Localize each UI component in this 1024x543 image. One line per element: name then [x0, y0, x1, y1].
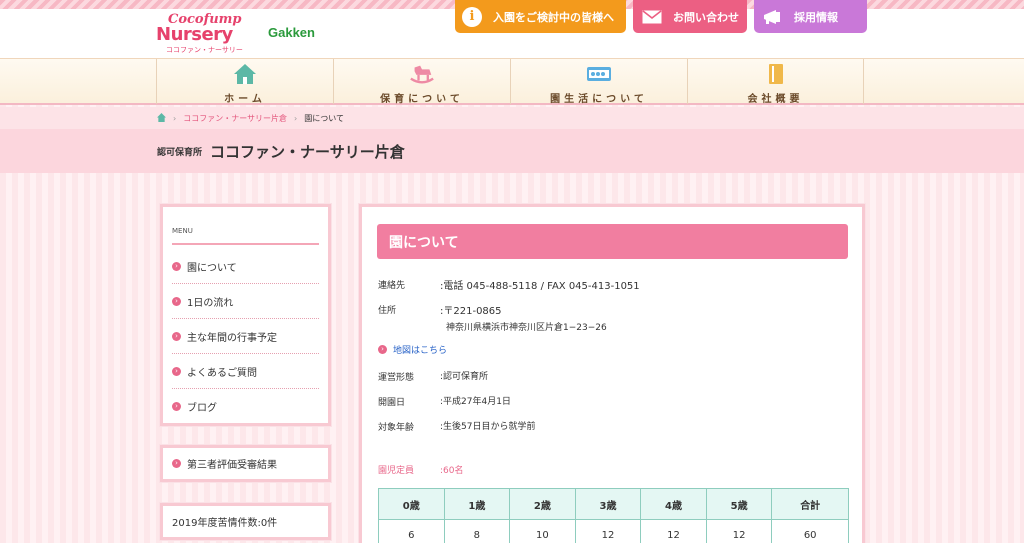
operation-label: 運営形態 [378, 373, 415, 383]
breadcrumb-separator: › [173, 113, 177, 123]
contact-label: 連絡先 [378, 281, 406, 291]
contact-button[interactable]: お問い合わせ [633, 0, 747, 33]
section-title: 園について [377, 224, 848, 259]
table-header: 0歳 [378, 488, 445, 520]
table-header-row: 0歳 1歳 2歳 3歳 4歳 5歳 合計 [378, 488, 849, 520]
evaluation-label: 第三者評価受審結果 [187, 460, 277, 471]
arrow-circle-icon: › [172, 296, 181, 306]
arrow-circle-icon: › [172, 459, 181, 468]
address-zip: :〒221-0865 [440, 306, 502, 317]
sidebar-item-label: 主な年間の行事予定 [187, 332, 277, 344]
arrow-circle-icon: › [172, 261, 181, 271]
capacity-table: 0歳 1歳 2歳 3歳 4歳 5歳 合計 6 8 10 12 12 12 60 [378, 488, 849, 543]
table-cell: 12 [640, 519, 707, 543]
capacity-label: 園児定員 [378, 466, 415, 476]
main-nav: ホーム 保育について 園生活について 会社概要 [0, 58, 1024, 105]
nav-item-home[interactable]: ホーム [156, 59, 333, 105]
nav-label: 園生活について [550, 94, 648, 105]
evaluation-link[interactable]: › 第三者評価受審結果 [160, 445, 331, 482]
table-header: 4歳 [640, 488, 707, 520]
nav-label: ホーム [224, 94, 266, 105]
contact-button-label: お問い合わせ [673, 10, 739, 24]
main-content: 園について 連絡先 :電話 045-488-5118 / FAX 045-413… [359, 204, 865, 543]
table-row: 6 8 10 12 12 12 60 [378, 519, 849, 543]
nav-item-company[interactable]: 会社概要 [687, 59, 864, 105]
sidebar-item-label: ブログ [187, 403, 217, 414]
address-line: 神奈川県横浜市神奈川区片倉1−23−26 [446, 323, 607, 333]
home-icon[interactable] [157, 112, 166, 124]
sidebar-item-label: 1日の流れ [187, 297, 234, 309]
table-header: 1歳 [443, 488, 511, 520]
nav-item-childcare[interactable]: 保育について [333, 59, 510, 105]
breadcrumb: › ココファン・ナーサリー片倉 › 園について [0, 107, 1024, 129]
age-label: 対象年齢 [378, 423, 415, 433]
site-logo[interactable]: Cocofump Nursery ココファン・ナーサリー [156, 12, 252, 54]
arrow-circle-icon: › [172, 402, 181, 411]
table-header: 3歳 [574, 488, 642, 520]
admission-button[interactable]: i 入園をご検討中の皆様へ [455, 0, 626, 33]
map-link-label: 地図はこちら [393, 346, 448, 356]
table-header: 合計 [771, 488, 849, 520]
breadcrumb-current: 園について [304, 113, 345, 123]
arrow-circle-icon: › [172, 331, 181, 341]
menu-divider [172, 243, 319, 245]
table-cell: 8 [443, 519, 511, 543]
nav-item-school-life[interactable]: 園生活について [510, 59, 687, 105]
sidebar-item-annual-events[interactable]: › 主な年間の行事予定 [172, 319, 319, 354]
capacity-value: :60名 [440, 466, 464, 476]
table-cell: 12 [705, 519, 773, 543]
age-value: :生後57日目から就学前 [440, 422, 536, 432]
complaints-label: 2019年度苦情件数:0件 [172, 518, 278, 529]
gakken-logo[interactable]: Gakken [268, 25, 315, 40]
sidebar-item-faq[interactable]: › よくあるご質問 [172, 354, 319, 389]
abacus-icon [586, 63, 612, 85]
complaints-box: 2019年度苦情件数:0件 [160, 503, 331, 540]
section-title-label: 園について [389, 234, 459, 251]
table-header: 2歳 [509, 488, 576, 520]
arrow-circle-icon: › [378, 345, 387, 354]
sidebar-item-label: 園について [187, 262, 237, 274]
info-icon: i [461, 6, 483, 28]
map-link[interactable]: › 地図はこちら [378, 343, 447, 356]
home-icon [232, 63, 258, 85]
menu-heading: MENU [172, 227, 193, 235]
megaphone-icon [762, 6, 784, 28]
page-title-band: 認可保育所 ココファン・ナーサリー片倉 [0, 129, 1024, 173]
nav-label: 会社概要 [747, 94, 804, 105]
operation-value: :認可保育所 [440, 372, 489, 382]
sidebar-item-label: よくあるご質問 [187, 367, 257, 379]
mail-icon [641, 6, 663, 28]
address-label: 住所 [378, 306, 397, 316]
sidebar-item-about[interactable]: › 園について [172, 249, 319, 284]
contact-value: :電話 045-488-5118 / FAX 045-413-1051 [440, 281, 640, 292]
page-title: ココファン・ナーサリー片倉 [210, 142, 405, 161]
opening-label: 開園日 [378, 398, 406, 408]
rocking-horse-icon [409, 63, 435, 85]
table-cell: 10 [509, 519, 576, 543]
arrow-circle-icon: › [172, 366, 181, 376]
nav-label: 保育について [380, 94, 464, 105]
recruit-button[interactable]: 採用情報 [754, 0, 867, 33]
table-header: 5歳 [705, 488, 773, 520]
breadcrumb-separator: › [294, 113, 298, 123]
sidebar-item-blog[interactable]: › ブログ [172, 389, 319, 424]
logo-line2: Nursery [156, 24, 233, 45]
recruit-button-label: 採用情報 [794, 10, 838, 24]
notebook-icon [763, 63, 789, 85]
table-cell: 12 [574, 519, 642, 543]
facility-type: 認可保育所 [157, 147, 203, 158]
table-cell: 6 [378, 519, 445, 543]
breadcrumb-link[interactable]: ココファン・ナーサリー片倉 [183, 113, 287, 124]
sidebar-menu: MENU › 園について › 1日の流れ › 主な年間の行事予定 › よくあるご… [160, 204, 331, 426]
admission-button-label: 入園をご検討中の皆様へ [493, 10, 614, 24]
sidebar-item-daily-flow[interactable]: › 1日の流れ [172, 284, 319, 319]
opening-value: :平成27年4月1日 [440, 397, 511, 407]
logo-line3: ココファン・ナーサリー [166, 46, 243, 54]
table-cell: 60 [771, 519, 849, 543]
